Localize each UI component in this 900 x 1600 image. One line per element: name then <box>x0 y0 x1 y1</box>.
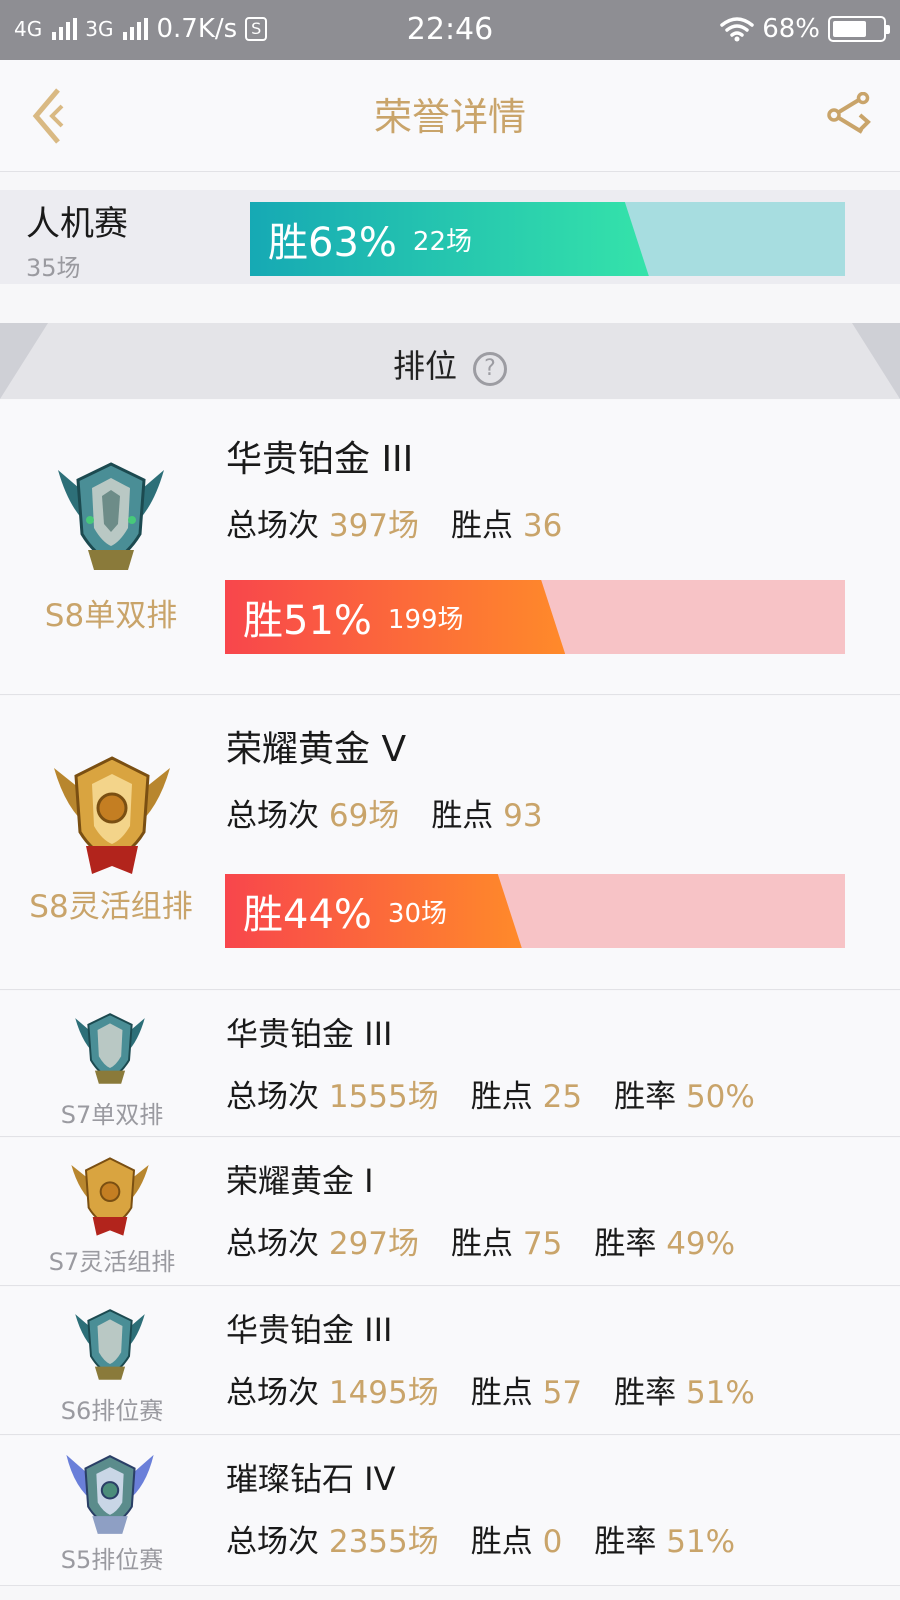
status-right: 68% <box>720 14 890 44</box>
pve-count: 35场 <box>26 254 81 282</box>
points-label: 胜点 <box>451 1226 514 1262</box>
rate-label: 胜率 <box>594 1524 657 1560</box>
points-value: 0 <box>542 1524 563 1560</box>
points-value: 57 <box>542 1375 583 1411</box>
diamond-emblem-icon <box>66 1454 154 1534</box>
season-label: S7灵活组排 <box>48 1248 176 1276</box>
points-value: 75 <box>522 1226 563 1262</box>
win-rate-bar: 胜44% 30场 <box>225 874 845 948</box>
pve-win-pct: 胜63% <box>268 220 397 266</box>
total-value: 1555场 <box>328 1079 439 1115</box>
season-label: S8单双排 <box>44 598 178 634</box>
help-icon[interactable]: ? <box>473 352 507 386</box>
season-label: S5排位赛 <box>60 1546 164 1574</box>
pve-row[interactable]: 人机赛 35场 胜63% 22场 <box>0 190 900 284</box>
win-rate-bar: 胜51% 199场 <box>225 580 845 654</box>
battery-icon <box>828 16 890 42</box>
rate-label: 胜率 <box>594 1226 657 1262</box>
wifi-icon <box>720 17 754 42</box>
ranked-card[interactable]: S6排位赛 华贵铂金 III 总场次 1495场 胜点 57 胜率 51% <box>0 1287 900 1435</box>
rank-title: 荣耀黄金 I <box>226 1162 374 1200</box>
points-value: 93 <box>503 798 543 834</box>
platinum-emblem-icon <box>75 1013 145 1084</box>
total-label: 总场次 <box>226 1079 319 1115</box>
rank-stats: 总场次 69场 胜点 93 <box>226 790 543 835</box>
pve-name: 人机赛 <box>26 204 128 244</box>
total-value: 69场 <box>328 798 400 834</box>
pve-win-bar: 胜63% 22场 <box>250 202 845 276</box>
ranked-card[interactable]: S8单双排 华贵铂金 III 总场次 397场 胜点 36 胜51% 199场 <box>0 400 900 695</box>
rank-title: 荣耀黄金 V <box>226 729 407 770</box>
rate-value: 51% <box>685 1375 755 1411</box>
rank-title: 华贵铂金 III <box>226 439 414 480</box>
rate-label: 胜率 <box>614 1375 677 1411</box>
points-label: 胜点 <box>470 1079 533 1115</box>
section-label: 排位 <box>392 347 457 385</box>
page-title: 荣誉详情 <box>373 95 526 139</box>
win-pct: 胜51% <box>243 598 372 644</box>
section-title: 排位? <box>0 341 900 387</box>
total-label: 总场次 <box>226 1524 319 1560</box>
rate-value: 49% <box>666 1226 736 1262</box>
ranked-card[interactable]: S7单双排 华贵铂金 III 总场次 1555场 胜点 25 胜率 50% <box>0 991 900 1137</box>
total-value: 1495场 <box>328 1375 439 1411</box>
rate-value: 50% <box>685 1079 755 1115</box>
pve-win-games: 22场 <box>412 226 472 257</box>
rank-stats: 总场次 297场 胜点 75 胜率 49% <box>226 1218 735 1263</box>
win-games: 199场 <box>387 604 464 635</box>
win-pct: 胜44% <box>243 892 372 938</box>
win-games: 30场 <box>387 898 447 929</box>
total-value: 2355场 <box>328 1524 439 1560</box>
ranked-card[interactable]: S8灵活组排 荣耀黄金 V 总场次 69场 胜点 93 胜44% 30场 <box>0 696 900 990</box>
points-value: 25 <box>542 1079 583 1115</box>
total-label: 总场次 <box>226 508 319 544</box>
rank-stats: 总场次 2355场 胜点 0 胜率 51% <box>226 1516 735 1561</box>
total-value: 297场 <box>328 1226 420 1262</box>
points-label: 胜点 <box>470 1524 533 1560</box>
ranked-card[interactable]: S5排位赛 璀璨钻石 IV 总场次 2355场 胜点 0 胜率 51% <box>0 1436 900 1586</box>
battery-percent: 68% <box>762 14 820 44</box>
rank-stats: 总场次 397场 胜点 36 <box>226 500 562 545</box>
season-label: S6排位赛 <box>60 1397 164 1425</box>
rate-value: 51% <box>666 1524 736 1560</box>
platinum-emblem-icon <box>58 462 164 570</box>
nav-header: 荣誉详情 <box>0 60 900 172</box>
rate-label: 胜率 <box>614 1079 677 1115</box>
points-label: 胜点 <box>451 508 514 544</box>
platinum-emblem-icon <box>75 1309 145 1380</box>
ranked-section-header: 排位? <box>0 323 900 399</box>
gold-emblem-icon <box>71 1157 149 1236</box>
share-icon[interactable] <box>826 92 872 138</box>
rank-title: 华贵铂金 III <box>226 1015 393 1053</box>
rank-title: 华贵铂金 III <box>226 1311 393 1349</box>
points-value: 36 <box>522 508 563 544</box>
total-label: 总场次 <box>226 1226 319 1262</box>
season-label: S8灵活组排 <box>29 889 193 925</box>
rank-stats: 总场次 1495场 胜点 57 胜率 51% <box>226 1367 755 1412</box>
season-label: S7单双排 <box>60 1101 164 1129</box>
total-label: 总场次 <box>226 1375 319 1411</box>
rank-title: 璀璨钻石 IV <box>226 1460 396 1498</box>
points-label: 胜点 <box>470 1375 533 1411</box>
total-value: 397场 <box>328 508 420 544</box>
total-label: 总场次 <box>226 798 319 834</box>
rank-stats: 总场次 1555场 胜点 25 胜率 50% <box>226 1071 755 1116</box>
status-bar: 4G 3G 0.7K/s S 22:46 68% <box>0 0 900 60</box>
gold-emblem-icon <box>54 756 170 874</box>
ranked-card[interactable]: S7灵活组排 荣耀黄金 I 总场次 297场 胜点 75 胜率 49% <box>0 1138 900 1286</box>
points-label: 胜点 <box>431 798 494 834</box>
